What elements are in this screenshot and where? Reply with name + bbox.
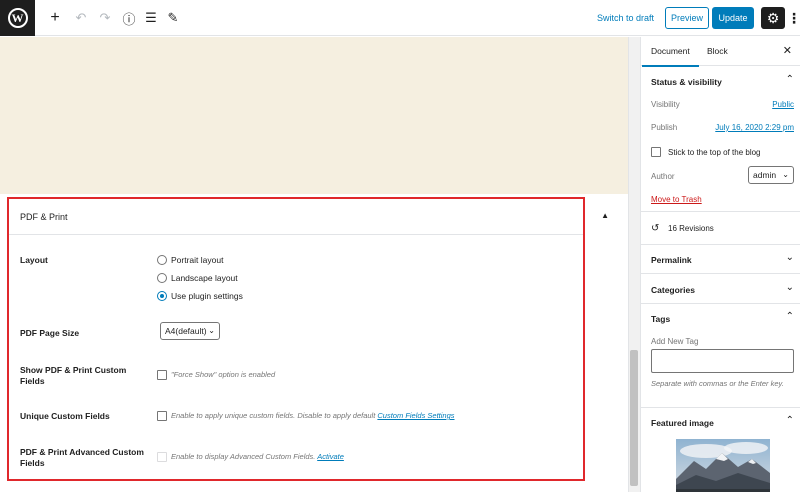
layout-label: Layout bbox=[20, 255, 48, 265]
chevron-down-icon: ⌄ bbox=[785, 282, 794, 293]
metabox-header[interactable]: PDF & Print ▲ bbox=[9, 199, 609, 235]
sidebar-tabs: Document Block ✕ bbox=[641, 37, 800, 67]
status-visibility-title[interactable]: Status & visibility bbox=[651, 77, 722, 87]
add-new-tag-input[interactable] bbox=[651, 349, 794, 373]
author-select[interactable]: admin ⌄ bbox=[748, 166, 794, 184]
radio-portrait-layout[interactable] bbox=[157, 255, 167, 265]
unique-custom-fields-help: Enable to apply unique custom fields. Di… bbox=[171, 411, 455, 420]
undo-icon[interactable]: ↶ bbox=[73, 10, 89, 26]
publish-date-link[interactable]: July 16, 2020 2:29 pm bbox=[715, 123, 794, 132]
categories-title: Categories bbox=[651, 285, 695, 295]
collapse-arrow-icon[interactable]: ▲ bbox=[601, 211, 609, 220]
sticky-label: Stick to the top of the blog bbox=[668, 148, 761, 157]
wordpress-icon: W bbox=[7, 8, 28, 28]
wordpress-logo[interactable]: W bbox=[0, 0, 35, 36]
chevron-down-icon: ⌄ bbox=[782, 170, 789, 179]
publish-label: Publish bbox=[651, 123, 678, 132]
permalink-title: Permalink bbox=[651, 255, 692, 265]
add-block-icon[interactable]: + bbox=[47, 9, 63, 26]
revisions-label: 16 Revisions bbox=[668, 224, 714, 233]
add-new-tag-label: Add New Tag bbox=[651, 337, 699, 346]
pdf-page-size-select[interactable]: A4(default) ⌄ bbox=[160, 322, 220, 340]
unique-custom-fields-label: Unique Custom Fields bbox=[20, 411, 110, 421]
featured-image-panel: Featured image ⌃ bbox=[641, 408, 800, 492]
chevron-down-icon: ⌄ bbox=[785, 252, 794, 263]
tags-panel: Tags ⌃ Add New Tag Separate with commas … bbox=[641, 304, 800, 408]
permalink-panel[interactable]: Permalink ⌄ bbox=[641, 245, 800, 274]
revisions-icon: ↺ bbox=[651, 223, 660, 234]
tags-title[interactable]: Tags bbox=[651, 314, 670, 324]
list-view-icon[interactable]: ☰ bbox=[143, 10, 159, 26]
settings-sidebar: Document Block ✕ Status & visibility ⌃ V… bbox=[640, 37, 800, 492]
visibility-value-link[interactable]: Public bbox=[772, 100, 794, 109]
featured-image-thumbnail[interactable] bbox=[676, 439, 770, 492]
show-custom-fields-label: Show PDF & Print Custom Fields bbox=[20, 365, 127, 386]
landscape-layout-label: Landscape layout bbox=[171, 273, 238, 283]
visibility-label: Visibility bbox=[651, 100, 680, 109]
activate-link[interactable]: Activate bbox=[317, 452, 344, 461]
author-value: admin bbox=[753, 170, 777, 180]
show-custom-fields-help: "Force Show" option is enabled bbox=[171, 370, 276, 379]
more-options-icon[interactable]: ⋮ bbox=[787, 9, 800, 27]
use-plugin-settings-label: Use plugin settings bbox=[171, 291, 243, 301]
author-label: Author bbox=[651, 172, 675, 181]
tools-pencil-icon[interactable]: ✎ bbox=[165, 10, 181, 26]
status-visibility-panel: Status & visibility ⌃ Visibility Public … bbox=[641, 67, 800, 212]
editor-toolbar: W + ↶ ↷ ⓘ ☰ ✎ Switch to draft Preview Up… bbox=[0, 0, 800, 36]
custom-fields-settings-link[interactable]: Custom Fields Settings bbox=[377, 411, 454, 420]
categories-panel[interactable]: Categories ⌄ bbox=[641, 274, 800, 304]
sticky-checkbox[interactable] bbox=[651, 147, 661, 157]
chevron-down-icon: ⌄ bbox=[208, 326, 215, 335]
radio-use-plugin-settings[interactable] bbox=[157, 291, 167, 301]
settings-gear-icon[interactable]: ⚙ bbox=[761, 7, 785, 29]
pdf-print-metabox: PDF & Print ▲ Layout Portrait layout Lan… bbox=[7, 197, 609, 481]
unique-custom-fields-checkbox[interactable] bbox=[157, 411, 167, 421]
switch-to-draft-button[interactable]: Switch to draft bbox=[597, 13, 654, 23]
chevron-up-icon[interactable]: ⌃ bbox=[786, 74, 794, 85]
tab-block[interactable]: Block bbox=[707, 46, 728, 56]
advanced-custom-fields-help: Enable to display Advanced Custom Fields… bbox=[171, 452, 344, 461]
move-to-trash-link[interactable]: Move to Trash bbox=[651, 195, 702, 204]
pdf-page-size-value: A4(default) bbox=[165, 326, 207, 336]
mountain-landscape-image bbox=[676, 439, 770, 492]
radio-landscape-layout[interactable] bbox=[157, 273, 167, 283]
tab-document[interactable]: Document bbox=[642, 46, 699, 67]
advanced-custom-fields-checkbox[interactable] bbox=[157, 452, 167, 462]
chevron-up-icon[interactable]: ⌃ bbox=[786, 415, 794, 426]
content-block-area[interactable] bbox=[0, 37, 628, 194]
portrait-layout-label: Portrait layout bbox=[171, 255, 224, 265]
preview-button[interactable]: Preview bbox=[665, 7, 709, 29]
chevron-up-icon[interactable]: ⌃ bbox=[786, 311, 794, 322]
advanced-custom-fields-label: PDF & Print Advanced Custom Fields bbox=[20, 447, 144, 468]
featured-image-title[interactable]: Featured image bbox=[651, 418, 714, 428]
revisions-panel[interactable]: ↺ 16 Revisions bbox=[641, 212, 800, 245]
close-icon[interactable]: ✕ bbox=[783, 44, 792, 57]
tag-hint: Separate with commas or the Enter key. bbox=[651, 379, 784, 388]
pdf-page-size-label: PDF Page Size bbox=[20, 328, 80, 338]
info-icon[interactable]: ⓘ bbox=[121, 10, 137, 27]
editor-scrollbar-thumb[interactable] bbox=[630, 350, 638, 486]
update-button[interactable]: Update bbox=[712, 7, 754, 29]
metabox-title: PDF & Print bbox=[20, 212, 68, 222]
show-custom-fields-checkbox[interactable] bbox=[157, 370, 167, 380]
redo-icon[interactable]: ↷ bbox=[97, 10, 113, 26]
